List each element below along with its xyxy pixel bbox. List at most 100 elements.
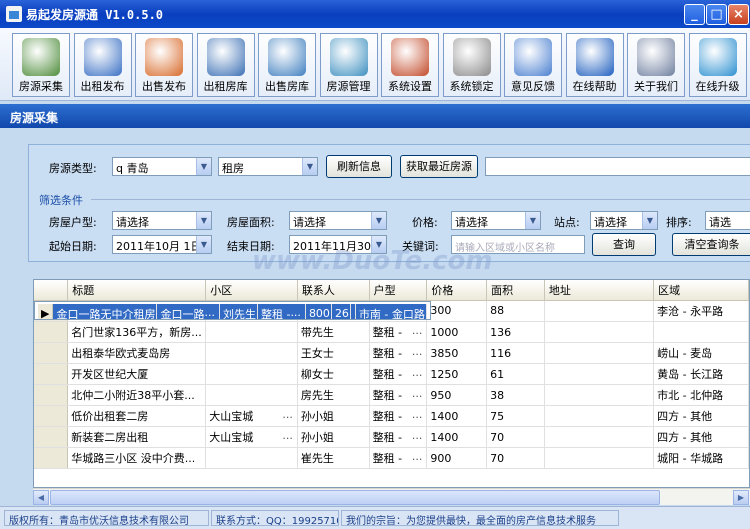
chevron-down-icon: ▼ [302,158,317,175]
toolbar-button-10[interactable]: 关于我们 [627,33,685,97]
table-row[interactable]: ▶ 金口一路无中介租房 金口一路... 刘先生 整租 -... 800 26 市南 - 金口路 [34,300,431,320]
minimize-button[interactable]: _ [684,4,705,25]
cell-contact: 房先生 [297,384,370,406]
status-contact: 联系方式：QQ：1992571048 [211,510,339,526]
layout-select[interactable]: 请选择 ▼ [112,211,212,230]
toolbar-button-7[interactable]: 系统锁定 [442,33,501,97]
row-header[interactable] [34,405,69,427]
cell-type: 整租 -... [369,405,428,427]
cell-region: 崂山 - 麦岛 [653,342,749,364]
toolbar-button-5[interactable]: 房源管理 [319,33,378,97]
cell-region: 四方 - 其他 [653,426,749,448]
site-label: 站点: [554,216,580,229]
keyword-label: 关键词: [402,240,439,253]
upgrade-icon [698,38,737,76]
cell-region [653,321,749,343]
column-header[interactable]: 小区 [205,280,298,301]
cell-region: 市北 - 北仲路 [653,384,749,406]
table-row[interactable]: 新装套二房出租 大山宝城... 孙小姐 整租 -... 1400 70 四方 - 其他 [34,426,749,448]
category-select[interactable]: 租房 ▼ [218,157,318,176]
row-header[interactable] [34,363,69,385]
row-header[interactable] [34,426,69,448]
toolbar-button-11[interactable]: 在线升级 [688,33,747,97]
app-icon [6,6,22,22]
toolbar-label: 在线帮助 [572,80,617,93]
refresh-button[interactable]: 刷新信息 [326,155,392,178]
cell-type: 整租 -... [369,384,428,406]
site-select[interactable]: 请选择 ▼ [590,211,658,230]
price-select[interactable]: 请选择 ▼ [451,211,541,230]
horizontal-scrollbar[interactable]: ◀ ▶ [33,488,750,505]
scroll-thumb[interactable] [50,490,660,505]
cell-title: 新装套二房出租 [67,426,207,448]
toolbar-button-4[interactable]: 出售房库 [258,33,316,97]
section-header: 房源采集 [0,104,750,128]
column-header[interactable]: 地址 [544,280,655,301]
chevron-down-icon: ▼ [371,236,386,253]
row-header[interactable] [34,384,69,406]
row-header[interactable]: ▶ [38,303,54,319]
cell-price: 800 [305,303,332,319]
rent-publish-icon [83,38,122,76]
toolbar-button-0[interactable]: 房源采集 [12,33,70,97]
start-date-picker[interactable]: 2011年10月 1日 ▼ [112,235,212,254]
sort-select[interactable]: 请选 [705,211,750,230]
area-select[interactable]: 请选择 ▼ [289,211,387,230]
fetch-recent-button[interactable]: 获取最近房源 [400,155,478,178]
scroll-right-icon[interactable]: ▶ [733,490,749,505]
toolbar-button-1[interactable]: 出租发布 [73,33,132,97]
results-grid[interactable]: 标题 小区 联系人 户型 价格 面积 地址 区域 ▶ 金口一路无中介租房 金口一路... 刘先生 整租… [33,279,750,488]
house-type-label: 房源类型: [49,162,97,175]
toolbar-button-9[interactable]: 在线帮助 [565,33,624,97]
envelope-icon [514,38,552,76]
column-header[interactable]: 联系人 [297,280,370,301]
title-bar: 易起发房源通 V1.0.5.0 _ □ × [0,0,750,28]
city-select[interactable]: q 青岛 ▼ [112,157,212,176]
row-header[interactable] [34,342,69,364]
table-row[interactable]: 华城路三小区 没中介费... 崔先生 整租 -... 900 70 城阳 - 华城路 [34,447,749,469]
toolbar-label: 房源管理 [326,80,371,93]
table-row[interactable]: 低价出租套二房 大山宝城... 孙小姐 整租 -... 1400 75 四方 - 其他 [34,405,749,427]
cell-price: 300 [426,300,488,322]
keyword-input[interactable]: 请输入区域或小区名称 [451,235,585,254]
cell-area: 75 [486,405,545,427]
table-row[interactable]: 名门世家136平方，新房... 带先生 整租 -... 1000 136 [34,321,749,343]
toolbar-button-2[interactable]: 出售发布 [135,33,193,97]
chevron-down-icon: ▼ [196,158,211,175]
column-header[interactable]: 价格 [426,280,488,301]
cell-area: 136 [486,321,545,343]
cell-address [544,321,655,343]
price-label: 价格: [412,216,438,229]
table-row[interactable]: 北仲二小附近38平小套... 房先生 整租 -... 950 38 市北 - 北仲路 [34,384,749,406]
cell-community [205,363,298,385]
maximize-button[interactable]: □ [706,4,727,25]
column-header[interactable]: 标题 [67,280,207,301]
column-header[interactable]: 面积 [486,280,545,301]
lock-icon [452,38,491,76]
row-header[interactable] [34,321,69,343]
column-header[interactable]: 户型 [369,280,428,301]
cell-contact: 柳女士 [297,363,370,385]
query-button[interactable]: 查询 [592,233,656,256]
close-button[interactable]: × [728,4,749,25]
column-header[interactable]: 区域 [653,280,749,301]
window-title: 易起发房源通 V1.0.5.0 [26,8,164,22]
table-row[interactable]: 出租泰华欧式麦岛房 王女士 整租 -... 3850 116 崂山 - 麦岛 [34,342,749,364]
end-date-picker[interactable]: 2011年11月30日 ▼ [289,235,387,254]
cell-contact: 孙小姐 [297,405,370,427]
row-header[interactable] [34,447,69,469]
info-field[interactable] [485,157,750,176]
toolbar-button-3[interactable]: 出租房库 [196,33,255,97]
cell-type: 整租 -... [369,321,428,343]
sort-label: 排序: [666,216,692,229]
cell-community [205,321,298,343]
table-row[interactable]: 开发区世纪大厦 柳女士 整租 -... 1250 61 黄岛 - 长江路 [34,363,749,385]
toolbar-button-8[interactable]: 意见反馈 [504,33,562,97]
scroll-left-icon[interactable]: ◀ [33,490,49,505]
toolbar-button-6[interactable]: 系统设置 [381,33,439,97]
clear-query-button[interactable]: 清空查询条 [672,233,750,256]
toolbar-label: 出售发布 [142,80,186,93]
cell-title: 低价出租套二房 [67,405,207,427]
cell-price: 1400 [426,426,488,448]
cell-title: 开发区世纪大厦 [67,363,207,385]
